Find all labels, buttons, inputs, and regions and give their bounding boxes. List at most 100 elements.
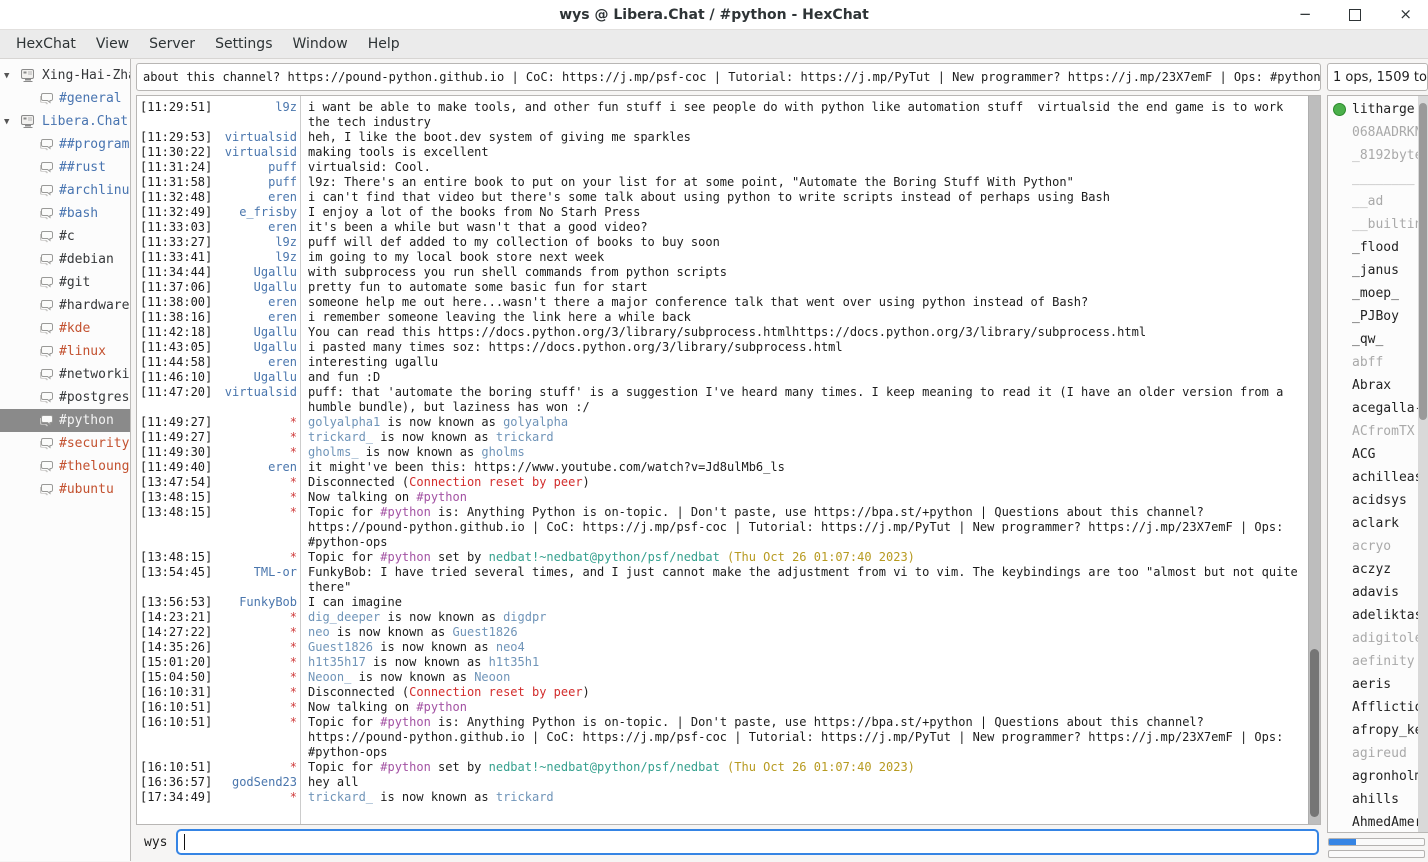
sidebar-item-security[interactable]: #security — [0, 432, 130, 455]
user-list-item[interactable]: 068AADRKN — [1328, 121, 1428, 144]
user-list-item[interactable]: agronholm — [1328, 765, 1428, 788]
sidebar-item-kde[interactable]: #kde — [0, 317, 130, 340]
user-nick: adigitole — [1352, 631, 1422, 646]
chat-scrollbar[interactable] — [1308, 96, 1320, 824]
tree-server-xinghaizhan[interactable]: ▼Xing-Hai-Zhan — [0, 64, 130, 87]
user-list-item[interactable]: ahills — [1328, 788, 1428, 811]
sidebar-item-thelounge[interactable]: #thelounge — [0, 455, 130, 478]
user-list-item[interactable]: _qw_ — [1328, 328, 1428, 351]
message-segment-nickref: gholms_ — [308, 445, 359, 459]
sidebar-item-programming[interactable]: ##programming — [0, 133, 130, 156]
user-list-item[interactable]: acryo — [1328, 535, 1428, 558]
user-list-item[interactable]: ACG — [1328, 443, 1428, 466]
tree-expander-icon[interactable]: ▼ — [4, 117, 20, 127]
message-segment-nickref: Neoon — [474, 670, 510, 684]
chat-line-meta: [11:32:48]eren — [140, 190, 297, 205]
message-input[interactable] — [176, 829, 1319, 855]
menu-server[interactable]: Server — [139, 31, 205, 57]
user-list-item[interactable]: acidsys — [1328, 489, 1428, 512]
chat-line-meta: [11:33:41]l9z — [140, 250, 297, 265]
sidebar-item-rust[interactable]: ##rust — [0, 156, 130, 179]
minimize-icon[interactable]: − — [1299, 7, 1312, 22]
user-list-item[interactable]: aefinity — [1328, 650, 1428, 673]
menu-window[interactable]: Window — [282, 31, 357, 57]
sidebar-item-postgresql[interactable]: #postgresql — [0, 386, 130, 409]
chat-line-meta: [11:31:24]puff — [140, 160, 297, 175]
message-segment: Disconnected ( — [308, 685, 409, 699]
user-list-item[interactable]: abff — [1328, 351, 1428, 374]
user-list-item[interactable]: Abrax — [1328, 374, 1428, 397]
user-list-item[interactable]: adeliktas — [1328, 604, 1428, 627]
tree-expander-icon[interactable]: ▼ — [4, 71, 20, 81]
tree-server-liberachat[interactable]: ▼Libera.Chat — [0, 110, 130, 133]
chat-line-meta: [11:49:40]eren — [140, 460, 297, 475]
sidebar-item-git[interactable]: #git — [0, 271, 130, 294]
user-list-item[interactable]: afropy_ke — [1328, 719, 1428, 742]
user-list-scrollbar[interactable] — [1418, 96, 1428, 832]
chat-line: [16:10:31]*Disconnected (Connection rese… — [140, 685, 1320, 700]
sidebar-item-hardware[interactable]: #hardware — [0, 294, 130, 317]
user-list-item[interactable]: acegalla- — [1328, 397, 1428, 420]
user-list-item[interactable]: Afflictio — [1328, 696, 1428, 719]
sidebar-item-general[interactable]: #general — [0, 87, 130, 110]
sidebar-item-debian[interactable]: #debian — [0, 248, 130, 271]
sidebar-item-linux[interactable]: #linux — [0, 340, 130, 363]
sidebar-item-bash[interactable]: #bash — [0, 202, 130, 225]
message-segment: someone help me out here...wasn't there … — [308, 295, 1088, 309]
menu-settings[interactable]: Settings — [205, 31, 282, 57]
chat-scrollbar-thumb[interactable] — [1310, 649, 1319, 816]
channel-icon — [37, 344, 55, 360]
user-list-item[interactable]: aeris — [1328, 673, 1428, 696]
maximize-icon[interactable] — [1349, 9, 1361, 21]
sidebar-item-archlinux[interactable]: #archlinux — [0, 179, 130, 202]
user-list-item[interactable]: _8192byte — [1328, 144, 1428, 167]
user-list-item[interactable]: _moep_ — [1328, 282, 1428, 305]
timestamp: [11:31:24] — [140, 160, 212, 175]
server-icon — [20, 68, 38, 84]
nick-label: e_frisby — [239, 205, 297, 220]
chat-line: [11:49:40]erenit might've been this: htt… — [140, 460, 1320, 475]
message-segment: is now known as — [366, 655, 489, 669]
sidebar-item-python[interactable]: #python — [0, 409, 130, 432]
user-list-scrollbar-thumb[interactable] — [1419, 103, 1427, 419]
user-list-item[interactable]: __builtin — [1328, 213, 1428, 236]
channel-icon — [37, 298, 55, 314]
user-list-item[interactable]: ________ — [1328, 167, 1428, 190]
user-list-item[interactable]: __ad — [1328, 190, 1428, 213]
user-nick: Afflictio — [1352, 700, 1422, 715]
menu-view[interactable]: View — [86, 31, 139, 57]
user-list-item[interactable]: achilleas — [1328, 466, 1428, 489]
menu-help[interactable]: Help — [358, 31, 410, 57]
message-segment: it's been a while but wasn't that a good… — [308, 220, 648, 234]
user-list-item[interactable]: litharge — [1328, 98, 1428, 121]
user-list-item[interactable]: _janus — [1328, 259, 1428, 282]
user-list-item[interactable]: adavis — [1328, 581, 1428, 604]
menu-hexchat[interactable]: HexChat — [6, 31, 86, 57]
close-icon[interactable]: × — [1399, 7, 1412, 22]
message-segment: is now known as — [373, 790, 496, 804]
timestamp: [11:34:44] — [140, 265, 212, 280]
user-list-item[interactable]: AhmedAmer — [1328, 811, 1428, 833]
chat-line-meta: [11:42:18]Ugallu — [140, 325, 297, 340]
user-nick: aczyz — [1352, 562, 1391, 577]
user-list-item[interactable]: aczyz — [1328, 558, 1428, 581]
user-nick: ahills — [1352, 792, 1399, 807]
sidebar-item-networking[interactable]: #networking — [0, 363, 130, 386]
user-nick: aefinity — [1352, 654, 1415, 669]
system-star: * — [290, 490, 297, 505]
message-segment: is: Anything Python is on-topic. | Don't… — [308, 715, 1291, 759]
system-star: * — [290, 475, 297, 490]
user-list-item[interactable]: agireud — [1328, 742, 1428, 765]
sidebar-item-ubuntu[interactable]: #ubuntu — [0, 478, 130, 501]
topic-input[interactable]: about this channel? https://pound-python… — [136, 63, 1321, 91]
user-list-item[interactable]: _flood — [1328, 236, 1428, 259]
user-list-item[interactable]: aclark — [1328, 512, 1428, 535]
channel-icon — [37, 321, 55, 337]
timestamp: [11:32:49] — [140, 205, 212, 220]
user-list-item[interactable]: ACfromTX — [1328, 420, 1428, 443]
timestamp: [15:01:20] — [140, 655, 212, 670]
timestamp: [11:38:00] — [140, 295, 212, 310]
sidebar-item-c[interactable]: #c — [0, 225, 130, 248]
user-list-item[interactable]: adigitole — [1328, 627, 1428, 650]
user-list-item[interactable]: _PJBoy — [1328, 305, 1428, 328]
